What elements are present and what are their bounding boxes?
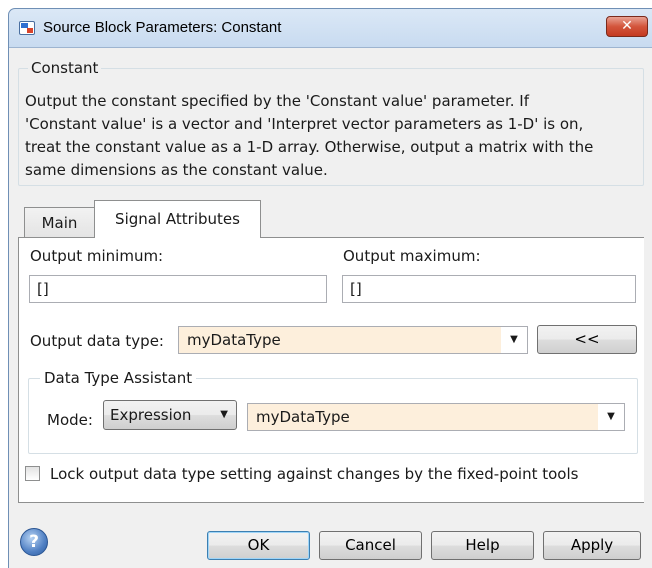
output-data-type-combo[interactable]: myDataType ▼ bbox=[178, 326, 528, 354]
description-group-label: Constant bbox=[28, 59, 102, 77]
expression-value: myDataType bbox=[256, 408, 350, 426]
output-maximum-input[interactable]: [] bbox=[342, 275, 636, 303]
output-maximum-label: Output maximum: bbox=[343, 247, 481, 265]
output-minimum-input[interactable]: [] bbox=[29, 275, 327, 303]
help-button[interactable]: Help bbox=[431, 531, 534, 560]
simulink-app-icon bbox=[19, 21, 35, 35]
description-text: Output the constant specified by the 'Co… bbox=[25, 90, 645, 182]
ok-button[interactable]: OK bbox=[207, 531, 310, 560]
lock-data-type-label: Lock output data type setting against ch… bbox=[50, 465, 579, 483]
output-data-type-value: myDataType bbox=[187, 331, 281, 349]
output-data-type-label: Output data type: bbox=[30, 332, 164, 350]
description-line: Output the constant specified by the 'Co… bbox=[25, 92, 529, 110]
cancel-button[interactable]: Cancel bbox=[319, 531, 422, 560]
close-button[interactable]: ✕ bbox=[606, 16, 648, 37]
mode-label: Mode: bbox=[47, 411, 93, 429]
chevron-down-icon[interactable]: ▼ bbox=[501, 327, 527, 353]
lock-data-type-checkbox[interactable] bbox=[25, 466, 40, 481]
close-icon: ✕ bbox=[621, 18, 633, 34]
expression-combo[interactable]: myDataType ▼ bbox=[247, 403, 625, 431]
description-line: same dimensions as the constant value. bbox=[25, 161, 328, 179]
data-type-assistant-label: Data Type Assistant bbox=[40, 369, 197, 387]
chevron-down-icon: ▼ bbox=[220, 409, 228, 420]
tab-main[interactable]: Main bbox=[24, 207, 95, 239]
output-minimum-label: Output minimum: bbox=[30, 247, 164, 265]
description-line: 'Constant value' is a vector and 'Interp… bbox=[25, 115, 584, 133]
chevron-down-icon[interactable]: ▼ bbox=[598, 404, 624, 430]
mode-select-value: Expression bbox=[110, 406, 192, 424]
apply-button[interactable]: Apply bbox=[543, 531, 641, 560]
data-type-assistant-toggle-button[interactable]: << bbox=[537, 325, 637, 354]
description-line: treat the constant value as a 1-D array.… bbox=[25, 138, 594, 156]
window-title: Source Block Parameters: Constant bbox=[43, 19, 282, 36]
mode-select[interactable]: Expression ▼ bbox=[103, 400, 237, 430]
question-icon[interactable]: ? bbox=[20, 528, 48, 556]
title-bar[interactable]: Source Block Parameters: Constant ✕ bbox=[9, 9, 652, 47]
tab-signal-attributes[interactable]: Signal Attributes bbox=[94, 200, 261, 238]
